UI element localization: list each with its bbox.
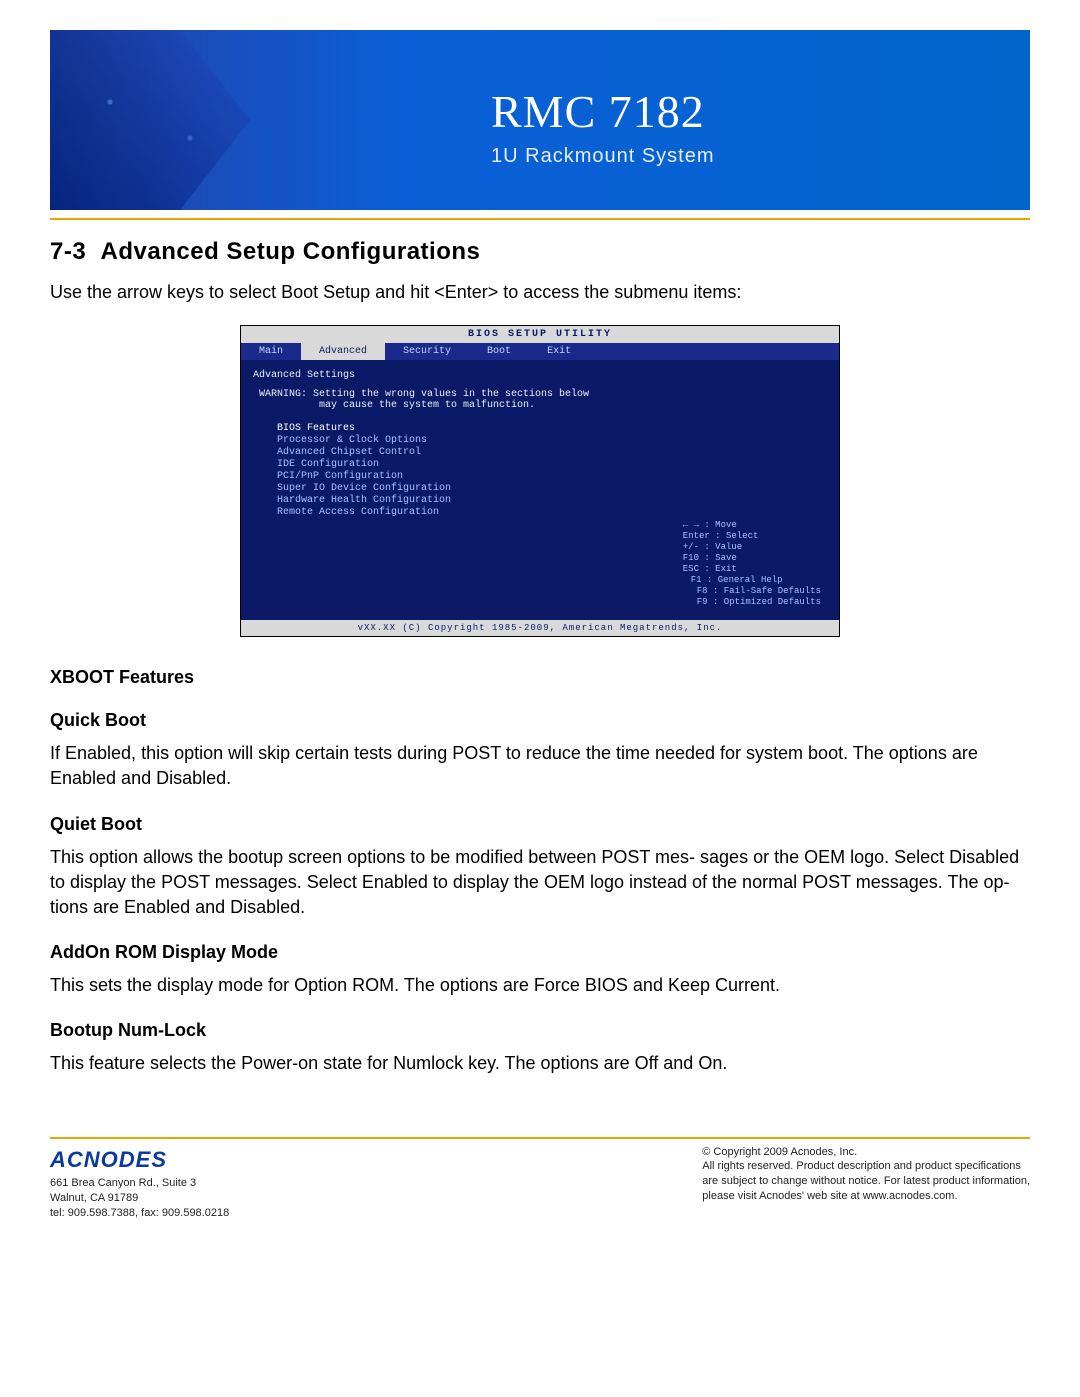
bios-help-line: +/- : Value: [683, 542, 821, 552]
bios-menu-item: Hardware Health Configuration: [277, 495, 827, 506]
footer-left: ACNODES 661 Brea Canyon Rd., Suite 3 Wal…: [50, 1145, 229, 1221]
product-title: RMC 7182: [491, 85, 705, 138]
footer-address-1: 661 Brea Canyon Rd., Suite 3: [50, 1176, 229, 1191]
bios-tab-exit: Exit: [529, 343, 589, 360]
bios-help-line: F1 : General Help: [683, 575, 821, 585]
bios-body: Advanced Settings WARNING: Setting the w…: [241, 360, 839, 620]
bios-menu-item: Super IO Device Configuration: [277, 483, 827, 494]
bios-menu-item: IDE Configuration: [277, 459, 827, 470]
section-title: Advanced Setup Configurations: [101, 238, 481, 265]
bios-tab-main: Main: [241, 343, 301, 360]
feature-heading-quickboot: Quick Boot: [50, 710, 1030, 731]
bios-page-heading: Advanced Settings: [253, 370, 827, 381]
feature-heading-addonrom: AddOn ROM Display Mode: [50, 942, 1030, 963]
header-divider: [50, 218, 1030, 220]
header-banner: RMC 7182 1U Rackmount System: [50, 30, 1030, 210]
bios-help-line: F10 : Save: [683, 553, 821, 563]
feature-body-addonrom: This sets the display mode for Option RO…: [50, 973, 1030, 998]
section-heading: 7-3 Advanced Setup Configurations: [50, 238, 1030, 266]
bios-menu-item: BIOS Features: [277, 423, 827, 434]
bios-tab-boot: Boot: [469, 343, 529, 360]
bios-menu-item: Remote Access Configuration: [277, 507, 827, 518]
bios-footer: vXX.XX (C) Copyright 1985-2009, American…: [241, 620, 839, 636]
bios-help-line: Enter : Select: [683, 531, 821, 541]
bios-warning-line2: may cause the system to malfunction.: [259, 400, 827, 411]
bios-titlebar: BIOS SETUP UTILITY: [241, 326, 839, 343]
section-intro: Use the arrow keys to select Boot Setup …: [50, 280, 1030, 305]
bios-help-line: ← → : Move: [683, 520, 821, 530]
bios-warning-line1: WARNING: Setting the wrong values in the…: [259, 389, 827, 400]
bios-tab-advanced: Advanced: [301, 343, 385, 360]
bios-menu-item: PCI/PnP Configuration: [277, 471, 827, 482]
bios-warning: WARNING: Setting the wrong values in the…: [253, 389, 827, 411]
feature-body-quietboot: This option allows the bootup screen opt…: [50, 845, 1030, 921]
feature-heading-quietboot: Quiet Boot: [50, 814, 1030, 835]
feature-body-quickboot: If Enabled, this option will skip certai…: [50, 741, 1030, 791]
bios-tab-security: Security: [385, 343, 469, 360]
feature-heading-numlock: Bootup Num-Lock: [50, 1020, 1030, 1041]
footer-legal-1: All rights reserved. Product description…: [702, 1159, 1030, 1174]
bios-menu-item: Advanced Chipset Control: [277, 447, 827, 458]
page-footer: ACNODES 661 Brea Canyon Rd., Suite 3 Wal…: [50, 1139, 1030, 1221]
footer-legal-2: are subject to change without notice. Fo…: [702, 1174, 1030, 1189]
footer-phone: tel: 909.598.7388, fax: 909.598.0218: [50, 1206, 229, 1221]
banner-decoration: [50, 30, 250, 210]
feature-heading-xboot: XBOOT Features: [50, 667, 1030, 688]
footer-copyright: © Copyright 2009 Acnodes, Inc.: [702, 1145, 1030, 1160]
product-subtitle: 1U Rackmount System: [491, 145, 715, 168]
bios-help-line: ESC : Exit: [683, 564, 821, 574]
bios-menubar: Main Advanced Security Boot Exit: [241, 343, 839, 360]
section-number: 7-3: [50, 238, 86, 265]
footer-address-2: Walnut, CA 91789: [50, 1191, 229, 1206]
footer-legal-3: please visit Acnodes' web site at www.ac…: [702, 1189, 1030, 1204]
bios-menu-item: Processor & Clock Options: [277, 435, 827, 446]
bios-menu-list: BIOS Features Processor & Clock Options …: [253, 423, 827, 518]
company-logo: ACNODES: [50, 1145, 229, 1175]
bios-screenshot: BIOS SETUP UTILITY Main Advanced Securit…: [240, 325, 840, 637]
bios-help-panel: ← → : Move Enter : Select +/- : Value F1…: [683, 520, 821, 608]
bios-help-line: F8 : Fail-Safe Defaults: [683, 586, 821, 596]
feature-body-numlock: This feature selects the Power-on state …: [50, 1051, 1030, 1076]
footer-right: © Copyright 2009 Acnodes, Inc. All right…: [702, 1145, 1030, 1221]
bios-help-line: F9 : Optimized Defaults: [683, 597, 821, 607]
